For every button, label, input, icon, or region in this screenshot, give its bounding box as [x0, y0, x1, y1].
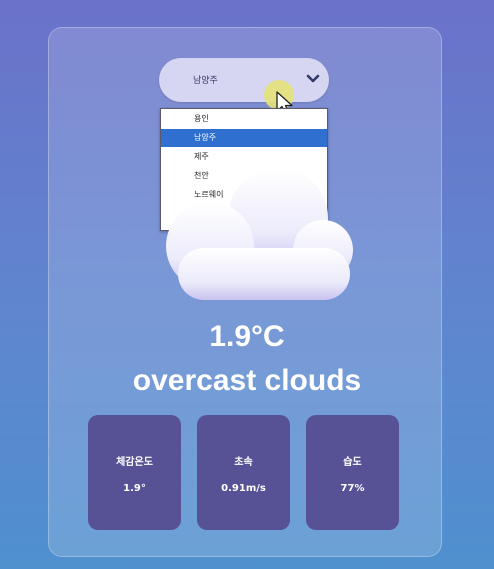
weather-description: overcast clouds — [132, 364, 362, 397]
city-option[interactable]: 용인 — [161, 110, 327, 128]
wind-speed-box: 초속 0.91m/s — [197, 415, 290, 530]
city-select-value: 남양주 — [193, 76, 218, 86]
feels-like-box: 체감온도 1.9° — [88, 415, 181, 530]
cloud-icon — [166, 168, 353, 300]
city-option[interactable]: 제주 — [161, 148, 327, 166]
temperature: 1.9°C — [209, 320, 285, 353]
city-option-selected[interactable]: 남양주 — [161, 129, 327, 147]
humidity-label: 습도 — [343, 457, 362, 468]
feels-like-label: 체감온도 — [116, 457, 153, 468]
humidity-value: 77% — [340, 483, 365, 494]
chevron-down-icon — [306, 74, 320, 83]
city-select[interactable]: 남양주 — [159, 58, 329, 102]
wind-speed-value: 0.91m/s — [221, 483, 266, 494]
wind-speed-label: 초속 — [234, 457, 253, 468]
humidity-box: 습도 77% — [306, 415, 399, 530]
feels-like-value: 1.9° — [123, 483, 146, 494]
